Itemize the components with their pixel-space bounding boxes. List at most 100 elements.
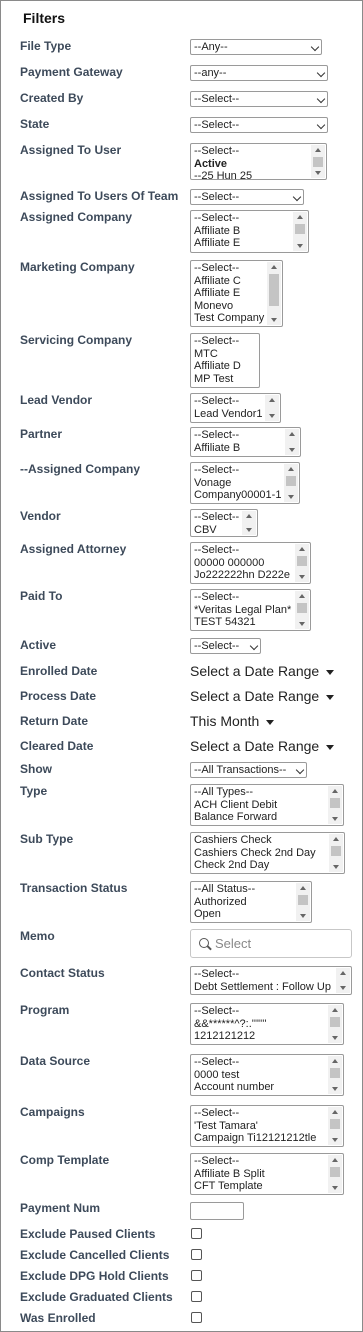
payment-num-input[interactable]: [190, 1202, 244, 1220]
scrollbar-thumb[interactable]: [297, 556, 307, 566]
list-item[interactable]: 0000 test: [194, 1069, 343, 1082]
exclude-cancelled-checkbox[interactable]: [191, 1249, 202, 1260]
list-item[interactable]: Jo222222hn D222e: [194, 569, 310, 582]
file-type-select[interactable]: --Any--: [190, 39, 322, 55]
type-list[interactable]: --All Types-- ACH Client Debit Balance F…: [190, 784, 344, 826]
list-item[interactable]: Affiliate E: [194, 237, 308, 250]
list-item[interactable]: Affiliate B Split: [194, 1168, 343, 1181]
scrollbar-thumb[interactable]: [298, 895, 308, 905]
list-item[interactable]: Open: [194, 908, 311, 921]
scrollbar[interactable]: [328, 1005, 342, 1043]
scrollbar[interactable]: [242, 511, 256, 535]
list-item[interactable]: --Select--: [194, 544, 310, 557]
list-item[interactable]: --Select--: [194, 212, 308, 225]
list-item[interactable]: 1212121212: [194, 1030, 343, 1043]
list-item[interactable]: --Select--: [194, 1056, 343, 1069]
list-item[interactable]: Cashiers Check: [194, 834, 344, 847]
list-item[interactable]: TEST 54321: [194, 616, 310, 629]
comp-template-list[interactable]: --Select-- Affiliate B Split CFT Templat…: [190, 1153, 344, 1195]
assigned-to-user-list[interactable]: --Select-- Active --25 Hun 25: [190, 143, 327, 180]
list-item[interactable]: --Select--: [194, 1107, 343, 1120]
paid-to-list[interactable]: --Select-- *Veritas Legal Plan* TEST 543…: [190, 589, 311, 631]
cleared-date-range[interactable]: Select a Date Range: [190, 738, 335, 754]
scrollbar-thumb[interactable]: [330, 1167, 340, 1177]
payment-gateway-select[interactable]: --any--: [190, 65, 328, 81]
list-item[interactable]: *Veritas Legal Plan*: [194, 604, 310, 617]
scrollbar-thumb[interactable]: [269, 274, 279, 306]
data-source-list[interactable]: --Select-- 0000 test Account number: [190, 1054, 344, 1096]
scrollbar[interactable]: [336, 968, 350, 993]
list-item[interactable]: --Select--: [194, 1155, 343, 1168]
scrollbar-thumb[interactable]: [286, 476, 296, 486]
list-item[interactable]: Balance Forward: [194, 811, 343, 824]
list-item[interactable]: Check 2nd Day: [194, 859, 344, 872]
scrollbar[interactable]: [328, 1107, 342, 1145]
marketing-company-list[interactable]: --Select-- Affiliate C Affiliate E Monev…: [190, 260, 283, 327]
scrollbar[interactable]: [285, 429, 299, 455]
scrollbar-thumb[interactable]: [330, 1119, 340, 1129]
list-item[interactable]: --25 Hun 25: [194, 170, 326, 179]
exclude-dpg-hold-checkbox[interactable]: [191, 1270, 202, 1281]
enrolled-date-range[interactable]: Select a Date Range: [190, 663, 335, 679]
list-item[interactable]: Authorized: [194, 896, 311, 909]
list-item[interactable]: MP Test: [194, 373, 259, 386]
scrollbar[interactable]: [265, 395, 279, 421]
show-select[interactable]: --All Transactions--: [190, 762, 307, 778]
list-item[interactable]: --Select--: [194, 591, 310, 604]
transaction-status-list[interactable]: --All Status-- Authorized Open: [190, 881, 312, 923]
assigned-company-2-list[interactable]: --Select-- Vonage Company00001-1: [190, 462, 300, 504]
scrollbar[interactable]: [296, 883, 310, 921]
scrollbar[interactable]: [328, 1155, 342, 1193]
list-item[interactable]: Cashiers Check 2nd Day: [194, 847, 344, 860]
exclude-graduated-checkbox[interactable]: [191, 1291, 202, 1302]
scrollbar[interactable]: [295, 591, 309, 629]
memo-search-input[interactable]: Select: [190, 929, 352, 958]
return-date-range[interactable]: This Month: [190, 713, 275, 729]
scrollbar[interactable]: [284, 464, 298, 502]
list-item[interactable]: --Select--: [194, 145, 326, 158]
assigned-to-users-of-team-select[interactable]: --Select--: [190, 189, 304, 205]
list-item[interactable]: MTC: [194, 348, 259, 361]
sub-type-list[interactable]: Cashiers Check Cashiers Check 2nd Day Ch…: [190, 832, 345, 874]
scrollbar-thumb[interactable]: [330, 798, 340, 808]
was-enrolled-checkbox[interactable]: [191, 1312, 202, 1323]
assigned-attorney-list[interactable]: --Select-- 00000 000000 Jo222222hn D222e: [190, 542, 311, 584]
list-item[interactable]: --Select--: [194, 335, 259, 348]
partner-list[interactable]: --Select-- Affiliate B: [190, 427, 301, 457]
scrollbar-thumb[interactable]: [297, 603, 307, 613]
list-item[interactable]: Affiliate B: [194, 225, 308, 238]
active-select[interactable]: --Select--: [190, 638, 261, 654]
scrollbar-thumb[interactable]: [330, 1068, 340, 1078]
process-date-range[interactable]: Select a Date Range: [190, 688, 335, 704]
list-item[interactable]: --All Types--: [194, 786, 343, 799]
scrollbar[interactable]: [311, 145, 325, 178]
scrollbar[interactable]: [328, 1056, 342, 1094]
scrollbar[interactable]: [295, 544, 309, 582]
list-item[interactable]: ACH Client Debit: [194, 799, 343, 812]
vendor-list[interactable]: --Select-- CBV: [190, 509, 258, 537]
list-item[interactable]: --All Status--: [194, 883, 311, 896]
list-item[interactable]: Debt Settlement : Follow Up: [194, 981, 351, 994]
scrollbar[interactable]: [328, 786, 342, 824]
scrollbar[interactable]: [267, 262, 281, 325]
scrollbar-thumb[interactable]: [295, 224, 305, 234]
list-item[interactable]: Account number: [194, 1081, 343, 1094]
contact-status-list[interactable]: --Select-- Debt Settlement : Follow Up: [190, 966, 352, 995]
list-item[interactable]: 00000 000000: [194, 557, 310, 570]
scrollbar[interactable]: [293, 212, 307, 251]
campaigns-list[interactable]: --Select-- 'Test Tamara' Campaign Ti1212…: [190, 1105, 344, 1147]
scrollbar[interactable]: [329, 834, 343, 872]
scrollbar-thumb[interactable]: [313, 157, 323, 167]
list-item[interactable]: Affiliate D: [194, 360, 259, 373]
created-by-select[interactable]: --Select--: [190, 91, 328, 107]
scrollbar-thumb[interactable]: [330, 1017, 340, 1027]
lead-vendor-list[interactable]: --Select-- Lead Vendor1: [190, 393, 281, 423]
list-item[interactable]: CFT Template: [194, 1180, 343, 1193]
list-item[interactable]: Active: [194, 158, 326, 171]
exclude-paused-checkbox[interactable]: [191, 1228, 202, 1239]
list-item[interactable]: --Select--: [194, 968, 351, 981]
list-item[interactable]: Campaign Ti12121212tle: [194, 1132, 343, 1145]
state-select[interactable]: --Select--: [190, 117, 328, 133]
servicing-company-list[interactable]: --Select-- MTC Affiliate D MP Test: [190, 333, 260, 388]
program-list[interactable]: --Select-- &&******^?:.''''''' 121212121…: [190, 1003, 344, 1045]
